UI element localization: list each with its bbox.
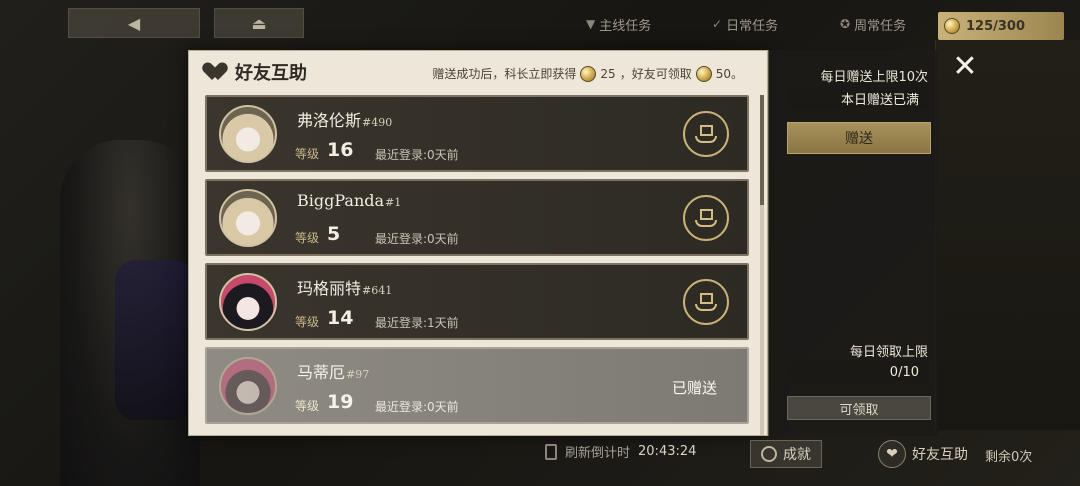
gift-hand-icon	[695, 207, 717, 229]
coin-icon	[944, 18, 960, 34]
daily-send-limit: 每日赠送上限10次	[820, 70, 928, 85]
tab-main-quest[interactable]: ▼ 主线任务	[586, 12, 651, 36]
reward-note: 赠送成功后，科长立即获得 25 ，好友可领取 50。	[432, 65, 743, 82]
claim-button[interactable]: 可领取	[787, 396, 931, 420]
check-circle-icon: ✓	[712, 17, 723, 31]
gift-summary-panel: 每日赠送上限10次 本日赠送已满 赠送 每日领取上限 0/10 可领取	[768, 50, 938, 436]
avatar	[219, 273, 277, 331]
achievement-button[interactable]: 成就	[750, 440, 822, 468]
level-value: 16	[327, 139, 354, 161]
coin-icon	[695, 65, 712, 82]
heart-handshake-icon	[207, 63, 229, 81]
level-value: 14	[327, 307, 354, 329]
last-login: 最近登录:0天前	[375, 232, 459, 246]
friend-name: 弗洛伦斯#490	[297, 111, 393, 130]
gift-hand-icon	[695, 291, 717, 313]
friend-card: 玛格丽特#641 等级 14 最近登录:1天前	[205, 263, 749, 340]
daily-send-status: 本日赠送已满	[789, 87, 929, 109]
hourglass-icon	[545, 443, 557, 460]
last-login: 最近登录:0天前	[375, 148, 459, 162]
friend-card: BiggPanda#1 等级 5 最近登录:0天前	[205, 179, 749, 256]
avatar	[219, 105, 277, 163]
friend-name: 玛格丽特#641	[297, 279, 393, 298]
friend-name: BiggPanda#1	[297, 191, 402, 210]
level-label: 等级	[295, 399, 320, 413]
coin-icon	[580, 65, 597, 82]
triangle-icon: ▼	[586, 17, 596, 31]
top-bar: ◀ ⏏ ▼ 主线任务 ✓ 日常任务 ✪ 周常任务 125/300	[0, 8, 1080, 40]
scroll-thumb[interactable]	[760, 95, 764, 205]
friend-name: 马蒂厄#97	[297, 363, 370, 382]
quest-point-counter: 125/300	[938, 12, 1064, 40]
modal-title: 好友互助	[235, 63, 307, 84]
claim-count: 0/10	[789, 361, 929, 383]
friend-card: 马蒂厄#97 等级 19 最近登录:0天前 已赠送	[205, 347, 749, 424]
medal-icon	[761, 446, 777, 462]
level-value: 5	[327, 223, 341, 245]
friend-list[interactable]: 弗洛伦斯#490 等级 16 最近登录:0天前 BiggPanda#1 等级 5…	[205, 95, 749, 437]
back-button[interactable]: ◀	[68, 8, 200, 38]
level-label: 等级	[295, 231, 320, 245]
daily-claim-limit: 每日领取上限	[849, 345, 928, 360]
avatar	[219, 189, 277, 247]
last-login: 最近登录:0天前	[375, 400, 459, 414]
level-label: 等级	[295, 315, 320, 329]
heart-handshake-icon: ❤	[878, 440, 906, 468]
close-icon[interactable]: ✕	[950, 52, 980, 82]
tab-daily-quest[interactable]: ✓ 日常任务	[712, 12, 778, 36]
modal-header: 好友互助 赠送成功后，科长立即获得 25 ，好友可领取 50。	[189, 51, 767, 93]
scrollbar[interactable]	[760, 95, 764, 435]
avatar	[219, 357, 277, 415]
last-login: 最近登录:1天前	[375, 316, 459, 330]
remaining-count: 剩余0次	[985, 450, 1033, 465]
send-gift-button[interactable]	[683, 111, 729, 157]
gift-hand-icon	[695, 123, 717, 145]
level-value: 19	[327, 391, 354, 413]
home-icon: ⏏	[251, 13, 267, 33]
back-arrow-icon: ◀	[127, 13, 141, 33]
level-label: 等级	[295, 147, 320, 161]
send-gift-button[interactable]	[683, 195, 729, 241]
tab-weekly-quest[interactable]: ✪ 周常任务	[840, 12, 906, 36]
star-circle-icon: ✪	[840, 17, 851, 31]
friend-help-modal: 好友互助 赠送成功后，科长立即获得 25 ，好友可领取 50。 弗洛伦斯#490…	[188, 50, 768, 436]
send-all-button[interactable]: 赠送	[787, 122, 931, 154]
friend-card: 弗洛伦斯#490 等级 16 最近登录:0天前	[205, 95, 749, 172]
already-sent-label: 已赠送	[671, 379, 717, 397]
bottom-bar: 刷新倒计时 20:43:24 成就 ❤ 好友互助 剩余0次	[0, 436, 1080, 486]
send-gift-button[interactable]	[683, 279, 729, 325]
home-button[interactable]: ⏏	[214, 8, 304, 38]
refresh-countdown: 刷新倒计时 20:43:24	[545, 442, 696, 461]
friend-help-button[interactable]: ❤ 好友互助	[868, 440, 978, 468]
